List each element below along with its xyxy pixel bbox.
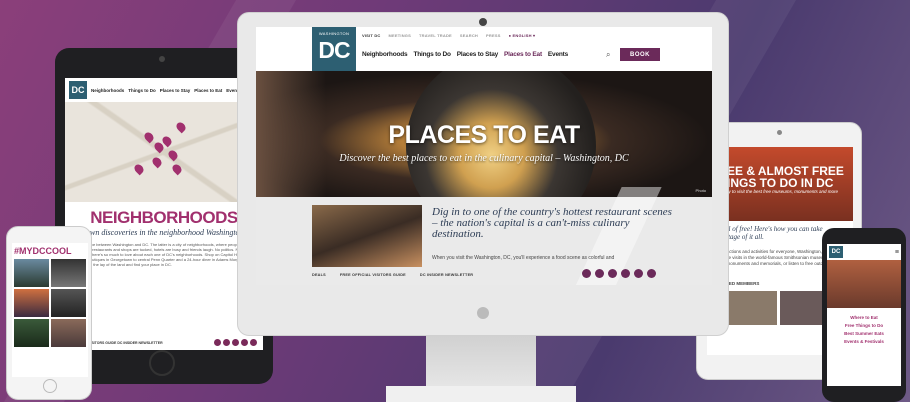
menu-item-summer-eats[interactable]: Best Summer Eats <box>829 331 899 336</box>
grid-photo[interactable] <box>14 259 49 287</box>
intro-heading: Dig in to one of the country's hottest r… <box>432 206 672 240</box>
facebook-icon[interactable] <box>214 339 221 346</box>
tablet-left-screen: DC Neighborhoods Things to Do Places to … <box>65 78 263 350</box>
pinterest-icon[interactable] <box>621 269 630 278</box>
phone-menu: Where to Eat Free Things to Do Best Summ… <box>827 308 901 351</box>
hero-section: PLACES TO EAT Discover the best places t… <box>256 71 712 197</box>
phone-header: DC ≡ <box>827 244 901 260</box>
menu-item-where-to-eat[interactable]: Where to Eat <box>829 315 899 320</box>
nav-item-neighborhoods[interactable]: Neighborhoods <box>362 51 408 58</box>
top-nav-press[interactable]: PRESS <box>486 33 501 38</box>
home-button[interactable] <box>43 379 57 393</box>
hero-subtitle: Get ready to visit the best free museums… <box>711 189 839 194</box>
nav-item-places-to-stay[interactable]: Places to Stay <box>457 51 498 58</box>
top-nav-meetings[interactable]: MEETINGS <box>389 33 412 38</box>
nav-item-neighborhoods[interactable]: Neighborhoods <box>91 88 124 93</box>
pinterest-icon[interactable] <box>241 339 248 346</box>
desktop-monitor: WASHINGTON DC VISIT DC MEETINGS TRAVEL T… <box>237 12 729 336</box>
social-icons <box>214 339 257 346</box>
monitor-base <box>386 386 576 402</box>
language-label: ENGLISH <box>512 33 532 38</box>
page-subtitle: your own discoveries in the neighborhood… <box>69 228 259 237</box>
nav-item-places-to-eat[interactable]: Places to Eat <box>504 51 542 58</box>
link-newsletter[interactable]: DC INSIDER NEWSLETTER <box>420 273 473 277</box>
nav-item-things-to-do[interactable]: Things to Do <box>413 51 451 58</box>
camera-icon <box>777 130 782 135</box>
footer-bar: OFFICIAL VISITORS GUIDE DC INSIDER NEWSL… <box>71 339 257 346</box>
search-icon[interactable]: ⌕ <box>606 51 614 59</box>
language-selector[interactable]: ● ENGLISH ▾ <box>509 33 536 38</box>
nav-item-places-to-stay[interactable]: Places to Stay <box>160 88 191 93</box>
map-pin-icon[interactable] <box>142 130 156 144</box>
camera-icon <box>479 18 487 26</box>
site-header: WASHINGTON DC VISIT DC MEETINGS TRAVEL T… <box>256 27 712 71</box>
tablet-left-nav: DC Neighborhoods Things to Do Places to … <box>65 78 263 102</box>
power-button[interactable] <box>477 307 489 319</box>
menu-item-free-things[interactable]: Free Things to Do <box>829 323 899 328</box>
youtube-icon[interactable] <box>250 339 257 346</box>
twitter-icon[interactable] <box>223 339 230 346</box>
dc-logo[interactable]: DC <box>829 246 843 258</box>
nav-item-events[interactable]: Events <box>548 51 568 58</box>
hero-title: PLACES TO EAT <box>388 121 580 149</box>
phone-left-screen: #MYDCCOOL <box>12 243 88 377</box>
nav-item-places-to-eat[interactable]: Places to Eat <box>194 88 222 93</box>
neighborhood-map[interactable] <box>65 102 263 202</box>
monitor-screen: WASHINGTON DC VISIT DC MEETINGS TRAVEL T… <box>256 27 712 285</box>
logo-small-text: WASHINGTON <box>318 31 350 36</box>
top-nav-visit-dc[interactable]: VISIT DC <box>362 33 381 38</box>
footer-links: DEALS FREE OFFICIAL VISITORS GUIDE DC IN… <box>312 273 473 277</box>
menu-icon[interactable]: ≡ <box>895 249 899 256</box>
map-pin-icon[interactable] <box>166 148 180 162</box>
intro-section: Dig in to one of the country's hottest r… <box>256 187 712 285</box>
map-pin-icon[interactable] <box>150 155 164 169</box>
phone-right-device: DC ≡ Where to Eat Free Things to Do Best… <box>822 228 906 402</box>
map-pin-icon[interactable] <box>170 162 184 176</box>
map-pin-icon[interactable] <box>132 162 146 176</box>
photo-credit: Photo <box>695 188 706 193</box>
home-button[interactable] <box>149 350 175 376</box>
instagram-icon[interactable] <box>232 339 239 346</box>
facebook-icon[interactable] <box>582 269 591 278</box>
hashtag-title: #MYDCCOOL <box>14 246 72 256</box>
nav-item-things-to-do[interactable]: Things to Do <box>128 88 156 93</box>
grid-photo[interactable] <box>51 289 86 317</box>
body-text: the difference between Washington and DC… <box>71 242 255 267</box>
top-nav-search[interactable]: SEARCH <box>460 33 478 38</box>
instagram-icon[interactable] <box>608 269 617 278</box>
logo-big-text: DC <box>318 37 350 63</box>
photo-grid <box>12 259 88 347</box>
grid-photo[interactable] <box>51 259 86 287</box>
youtube-icon[interactable] <box>634 269 643 278</box>
top-nav: VISIT DC MEETINGS TRAVEL TRADE SEARCH PR… <box>362 33 535 38</box>
dc-logo[interactable]: WASHINGTON DC <box>312 27 356 71</box>
dc-logo[interactable]: DC <box>69 81 87 99</box>
grid-photo[interactable] <box>14 319 49 347</box>
camera-icon <box>159 56 165 62</box>
social-icons <box>582 269 656 278</box>
main-nav: Neighborhoods Things to Do Places to Sta… <box>362 51 568 58</box>
monitor-stand <box>426 332 536 388</box>
hero-image <box>827 260 901 308</box>
top-nav-travel-trade[interactable]: TRAVEL TRADE <box>419 33 452 38</box>
menu-item-events[interactable]: Events & Festivals <box>829 339 899 344</box>
link-visitors-guide[interactable]: FREE OFFICIAL VISITORS GUIDE <box>340 273 406 277</box>
twitter-icon[interactable] <box>595 269 604 278</box>
phone-left-device: #MYDCCOOL <box>6 226 92 400</box>
intro-body: When you visit the Washington, DC, you'l… <box>432 255 615 261</box>
hero-subtitle: Discover the best places to eat in the c… <box>339 153 629 164</box>
page-title: NEIGHBORHOODS <box>90 208 238 227</box>
phone-right-screen: DC ≡ Where to Eat Free Things to Do Best… <box>827 244 901 386</box>
map-pin-icon[interactable] <box>174 120 188 134</box>
email-icon[interactable] <box>647 269 656 278</box>
book-button[interactable]: BOOK <box>620 48 660 61</box>
grid-photo[interactable] <box>14 289 49 317</box>
link-deals[interactable]: DEALS <box>312 273 326 277</box>
grid-photo[interactable] <box>51 319 86 347</box>
restaurant-photo <box>312 205 422 267</box>
hero-title: FREE & ALMOST FREE THINGS TO DO IN DC <box>711 164 844 190</box>
